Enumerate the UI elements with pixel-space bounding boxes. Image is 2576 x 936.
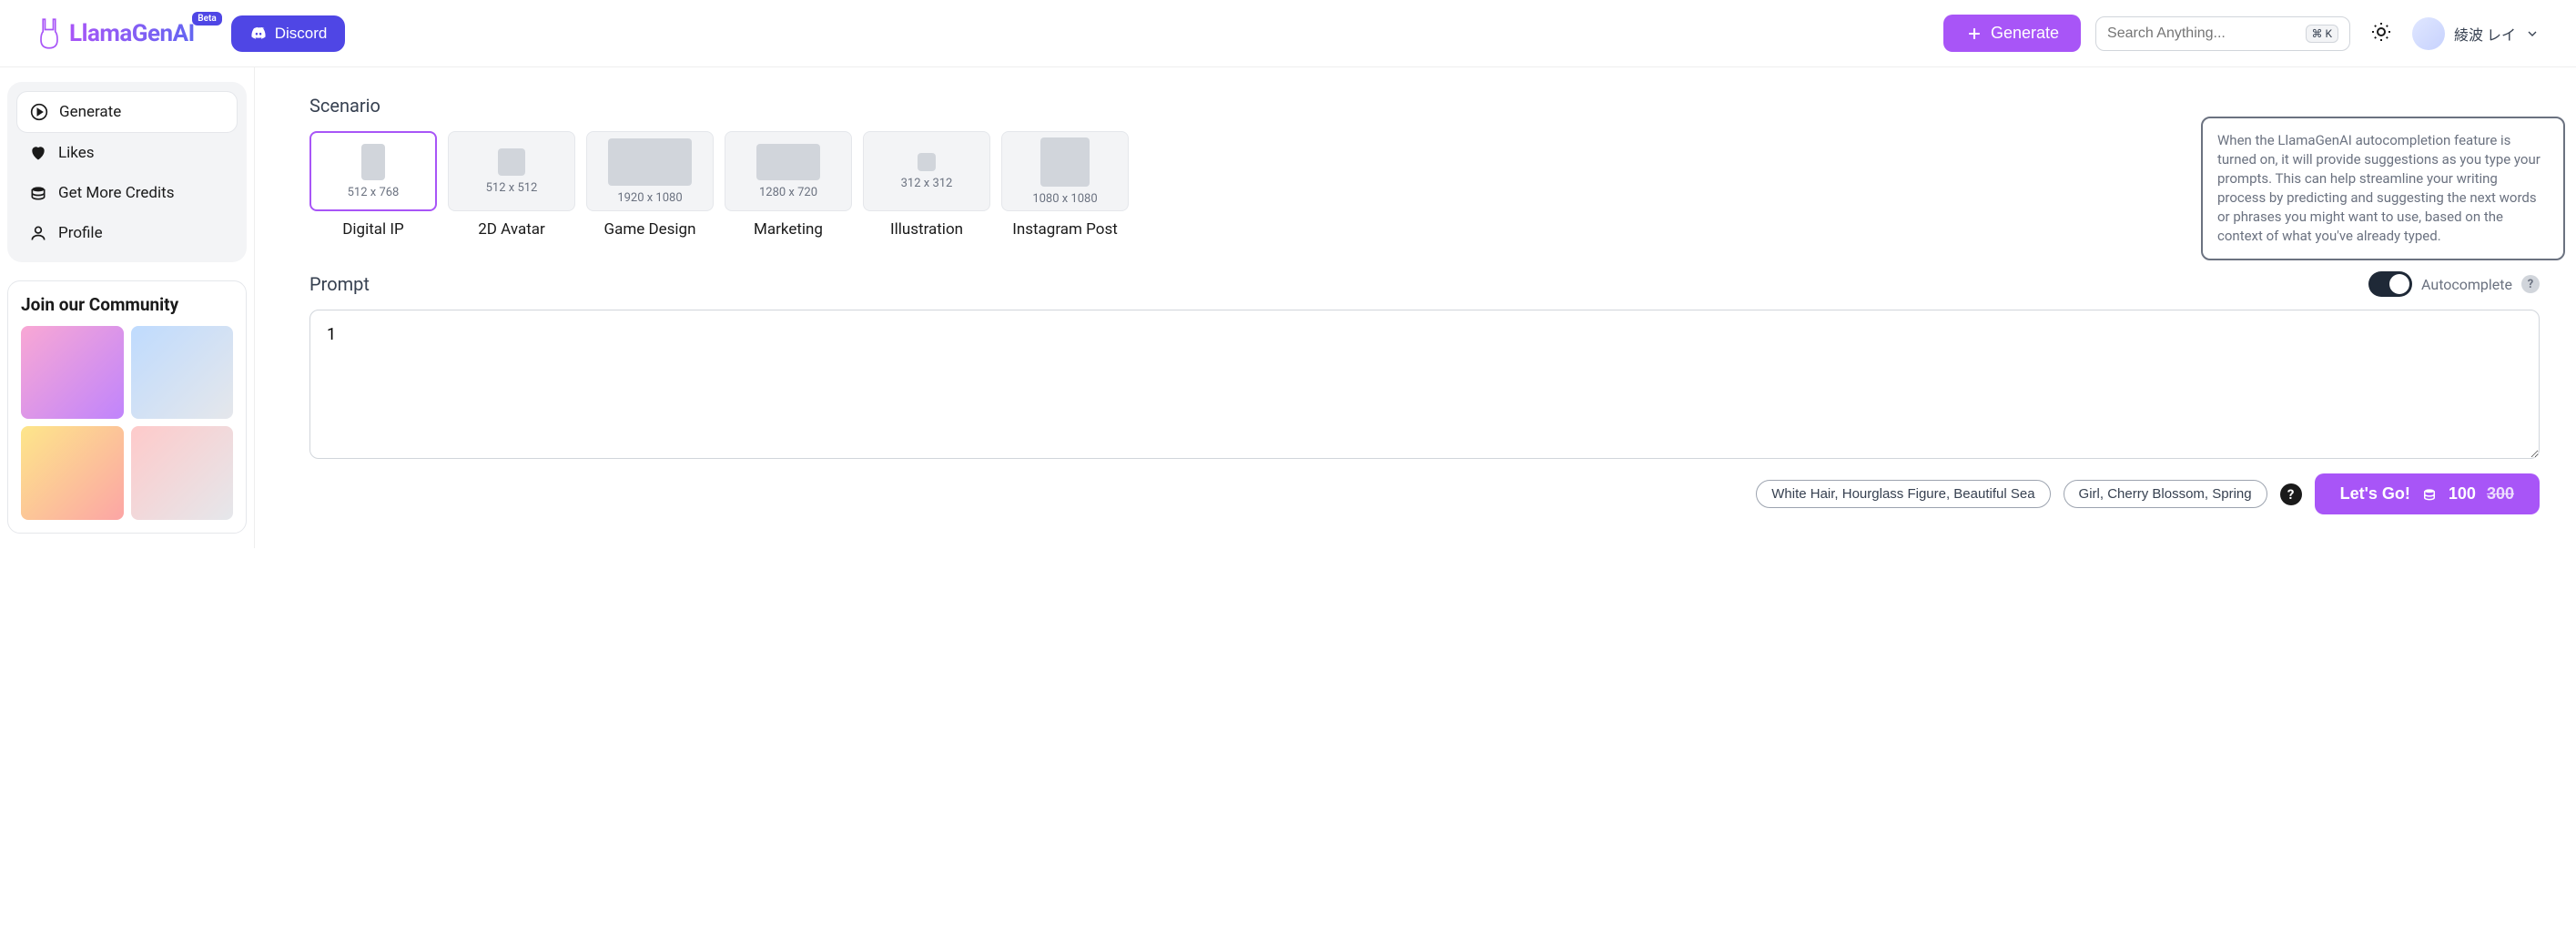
prompt-title: Prompt bbox=[309, 273, 370, 295]
sidebar-item-profile[interactable]: Profile bbox=[16, 213, 238, 253]
help-icon[interactable]: ? bbox=[2521, 275, 2540, 293]
llama-icon bbox=[36, 17, 62, 50]
suggestion-tag[interactable]: White Hair, Hourglass Figure, Beautiful … bbox=[1756, 480, 2050, 508]
scenario-shape bbox=[608, 138, 692, 186]
scenario-box[interactable]: 312 x 312 bbox=[863, 131, 990, 211]
scenario-shape bbox=[756, 144, 820, 180]
scenario-dims: 312 x 312 bbox=[901, 177, 953, 190]
scenario-shape bbox=[361, 144, 385, 180]
scenario-label: Marketing bbox=[754, 220, 823, 239]
avatar bbox=[2412, 17, 2445, 50]
plus-icon bbox=[1965, 25, 1983, 43]
scenario-dims: 512 x 512 bbox=[486, 181, 538, 195]
main-content: Scenario 512 x 768 Digital IP 512 x 512 2D … bbox=[255, 67, 2576, 548]
scenario-label: Illustration bbox=[890, 220, 963, 239]
go-label: Let's Go! bbox=[2340, 484, 2410, 504]
autocomplete-label: Autocomplete bbox=[2421, 276, 2512, 293]
sun-icon bbox=[2370, 21, 2392, 43]
heart-icon bbox=[29, 144, 47, 162]
scenario-item: 312 x 312 Illustration bbox=[863, 131, 990, 239]
scenario-item: 1080 x 1080 Instagram Post bbox=[1001, 131, 1129, 239]
credit-new: 100 bbox=[2449, 484, 2476, 504]
user-icon bbox=[29, 224, 47, 242]
scenario-box[interactable]: 1920 x 1080 bbox=[586, 131, 714, 211]
scenario-title: Scenario bbox=[309, 95, 2540, 117]
scenario-dims: 1080 x 1080 bbox=[1032, 192, 1097, 206]
sidebar-item-credits[interactable]: Get More Credits bbox=[16, 173, 238, 213]
search-box[interactable]: ⌘ K bbox=[2095, 16, 2350, 51]
autocomplete-tooltip: When the LlamaGenAI autocompletion featu… bbox=[2201, 117, 2565, 260]
generate-button[interactable]: Generate bbox=[1943, 15, 2081, 52]
sidebar-item-label: Generate bbox=[59, 103, 121, 121]
search-input[interactable] bbox=[2107, 25, 2297, 42]
scenario-label: Digital IP bbox=[342, 220, 403, 239]
scenario-item: 512 x 768 Digital IP bbox=[309, 131, 437, 239]
scenario-dims: 1280 x 720 bbox=[759, 186, 817, 199]
scenario-item: 1280 x 720 Marketing bbox=[725, 131, 852, 239]
scenario-item: 512 x 512 2D Avatar bbox=[448, 131, 575, 239]
user-name: 綾波 レイ bbox=[2454, 23, 2516, 45]
scenario-item: 1920 x 1080 Game Design bbox=[586, 131, 714, 239]
scenario-shape bbox=[1040, 137, 1090, 187]
lets-go-button[interactable]: Let's Go! 100 300 bbox=[2315, 473, 2540, 514]
community-card: Join our Community bbox=[7, 280, 247, 534]
autocomplete-toggle[interactable] bbox=[2368, 271, 2412, 297]
coins-icon bbox=[29, 184, 47, 202]
discord-label: Discord bbox=[275, 25, 328, 43]
sidebar-item-generate[interactable]: Generate bbox=[16, 91, 238, 133]
play-circle-icon bbox=[30, 103, 48, 121]
kbd-shortcut: ⌘ K bbox=[2306, 25, 2339, 43]
theme-toggle[interactable] bbox=[2365, 15, 2398, 51]
beta-badge: Beta bbox=[192, 12, 221, 25]
autocomplete-controls: Autocomplete ? bbox=[2368, 271, 2540, 297]
community-thumb[interactable] bbox=[131, 326, 234, 419]
scenario-box[interactable]: 1280 x 720 bbox=[725, 131, 852, 211]
coins-icon bbox=[2421, 486, 2438, 503]
logo[interactable]: LlamaGenAI Beta bbox=[36, 17, 195, 50]
scenario-label: Instagram Post bbox=[1012, 220, 1118, 239]
sidebar-item-label: Get More Credits bbox=[58, 184, 174, 202]
community-title: Join our Community bbox=[21, 294, 233, 315]
sidebar-item-label: Profile bbox=[58, 224, 103, 242]
credit-old: 300 bbox=[2487, 484, 2514, 504]
scenario-label: 2D Avatar bbox=[478, 220, 545, 239]
generate-label: Generate bbox=[1991, 24, 2059, 43]
logo-text: LlamaGenAI bbox=[69, 20, 195, 47]
chevron-down-icon bbox=[2525, 26, 2540, 41]
scenario-box[interactable]: 1080 x 1080 bbox=[1001, 131, 1129, 211]
community-thumb[interactable] bbox=[131, 426, 234, 519]
header: LlamaGenAI Beta Discord Generate ⌘ K 綾波 … bbox=[0, 0, 2576, 67]
discord-button[interactable]: Discord bbox=[231, 15, 346, 52]
scenario-box[interactable]: 512 x 768 bbox=[309, 131, 437, 211]
scenario-shape bbox=[498, 148, 525, 176]
sidebar-item-label: Likes bbox=[58, 144, 95, 162]
scenario-dims: 512 x 768 bbox=[348, 186, 400, 199]
scenario-shape bbox=[918, 153, 936, 171]
help-icon[interactable]: ? bbox=[2280, 483, 2302, 505]
sidebar-item-likes[interactable]: Likes bbox=[16, 133, 238, 173]
action-row: White Hair, Hourglass Figure, Beautiful … bbox=[309, 473, 2540, 514]
community-thumb[interactable] bbox=[21, 426, 124, 519]
suggestion-tag[interactable]: Girl, Cherry Blossom, Spring bbox=[2064, 480, 2267, 508]
scenario-box[interactable]: 512 x 512 bbox=[448, 131, 575, 211]
user-menu[interactable]: 綾波 レイ bbox=[2412, 17, 2540, 50]
community-thumb[interactable] bbox=[21, 326, 124, 419]
scenario-label: Game Design bbox=[604, 220, 696, 239]
discord-icon bbox=[249, 25, 268, 43]
sidebar: Generate Likes Get More Credits Profile … bbox=[0, 67, 255, 548]
prompt-textarea[interactable] bbox=[309, 310, 2540, 459]
scenario-dims: 1920 x 1080 bbox=[617, 191, 682, 205]
